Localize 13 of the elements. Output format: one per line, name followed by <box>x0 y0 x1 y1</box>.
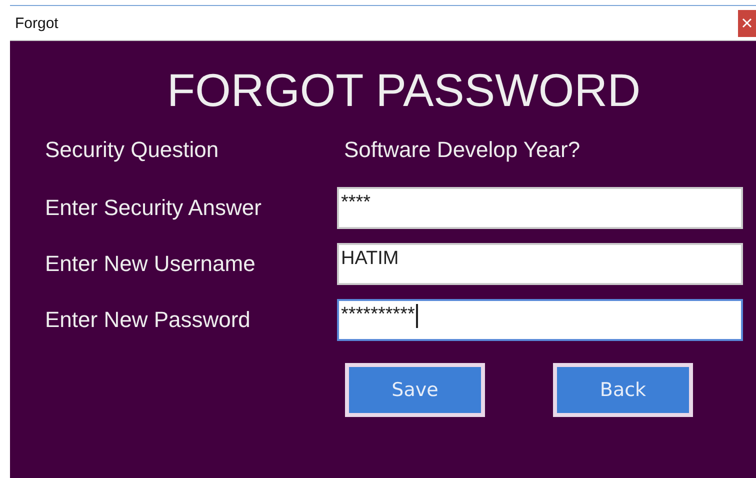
close-button[interactable] <box>738 10 756 36</box>
field-label: Enter New Password <box>45 307 252 333</box>
input-field[interactable]: ********** <box>337 299 743 341</box>
security-question-text: Software Develop Year? <box>344 137 582 163</box>
field-label: Enter Security Answer <box>45 195 262 221</box>
field-label: Security Question <box>45 137 220 163</box>
text-cursor <box>416 304 418 328</box>
input-field[interactable]: **** <box>337 187 743 229</box>
field-label: Enter New Username <box>45 251 256 277</box>
form-heading: FORGOT PASSWORD <box>167 63 642 117</box>
close-icon <box>742 18 752 28</box>
input-field[interactable]: HATIM <box>337 243 743 285</box>
window-title: Forgot <box>14 14 58 32</box>
